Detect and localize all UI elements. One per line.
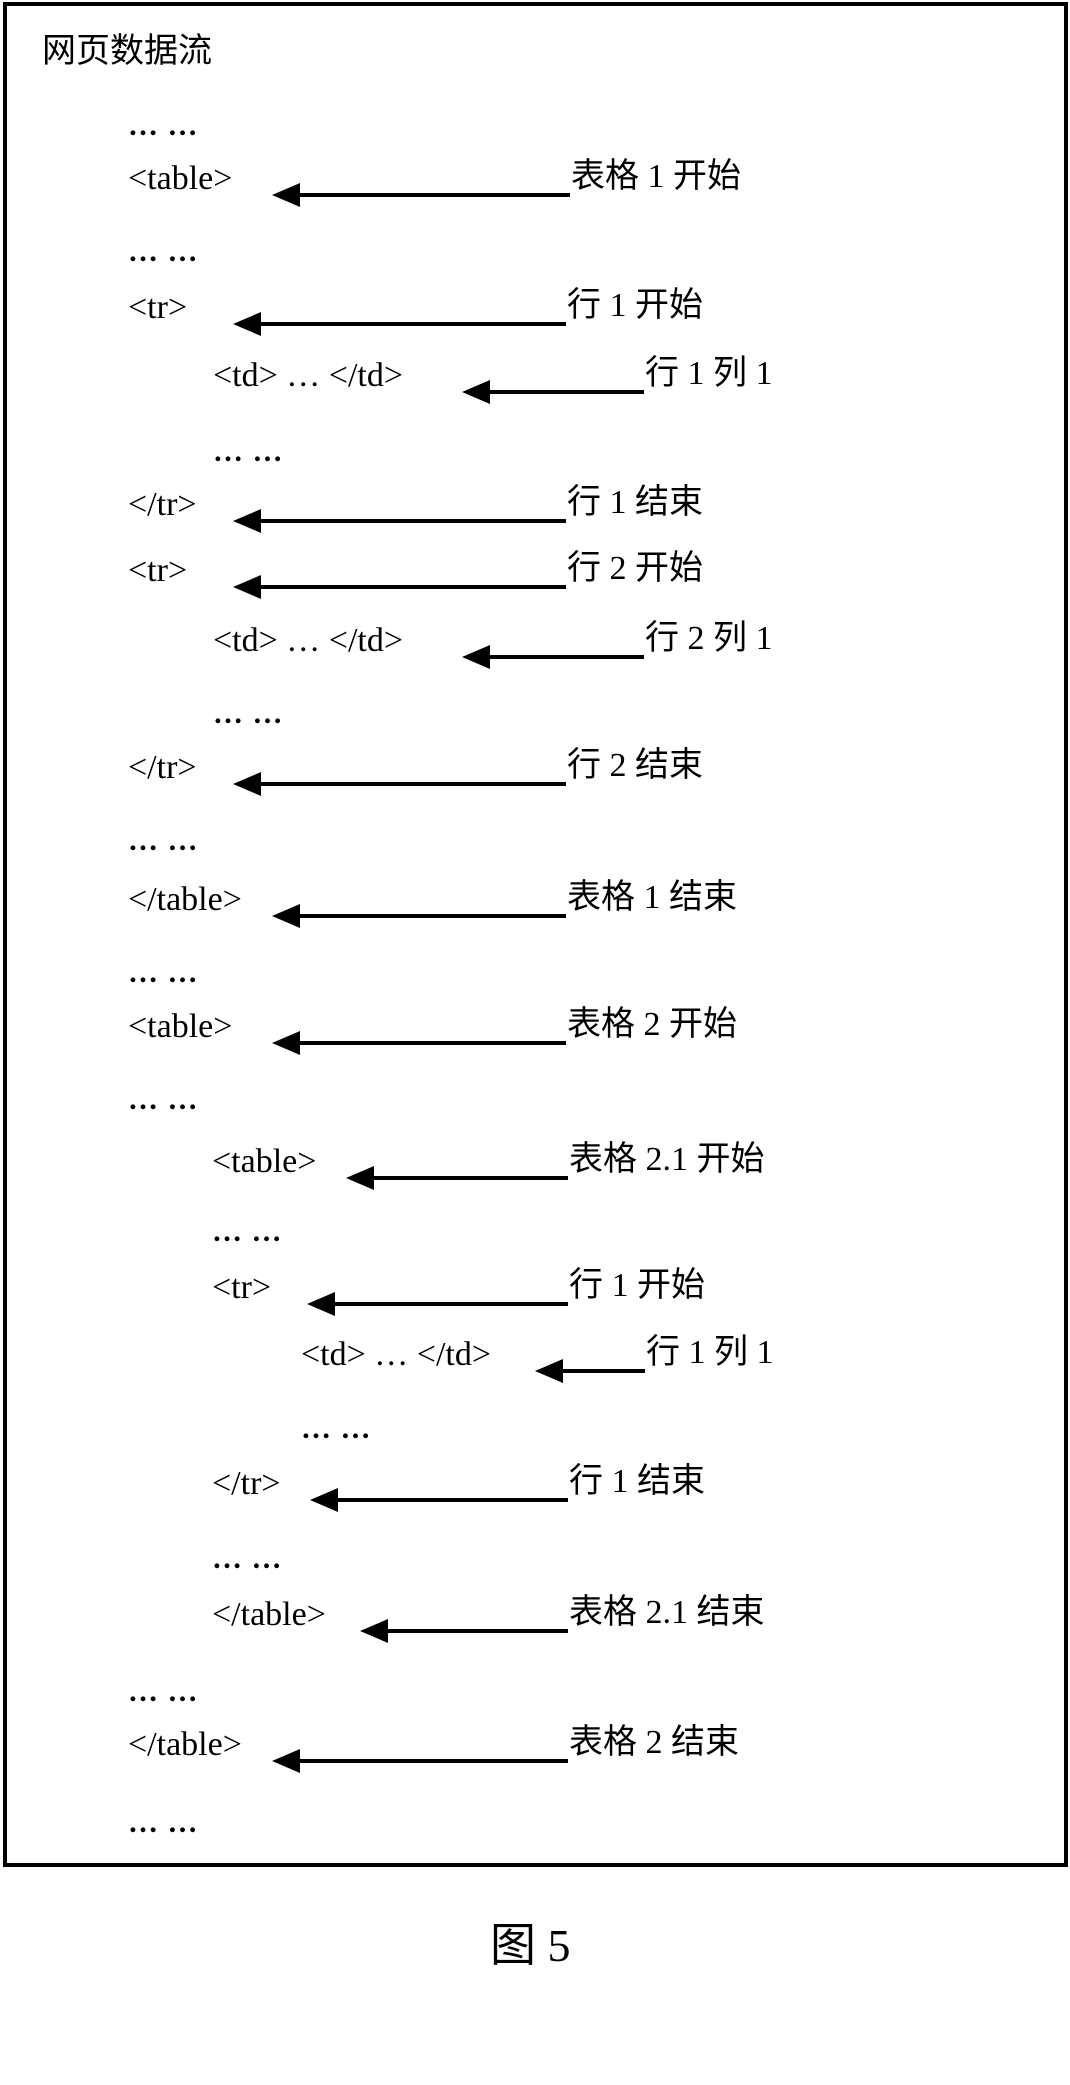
ellipsis-line: … … [128,235,199,268]
arrow-shaft [327,1302,568,1306]
annotation-label: 行 1 结束 [569,1463,705,1500]
left-arrow-icon [462,380,644,404]
left-arrow-icon [310,1488,568,1512]
html-tag: </tr> [128,749,197,786]
annotation-label: 行 1 结束 [567,484,703,521]
arrow-shaft [292,1759,568,1763]
left-arrow-icon [346,1166,568,1190]
html-tag: <tr> [212,1269,272,1306]
data-stream-frame [3,2,1068,1867]
annotation-label: 行 2 开始 [567,550,703,587]
arrow-shaft [292,193,570,197]
left-arrow-icon [272,904,566,928]
ellipsis-line: … … [213,697,284,730]
ellipsis-line: … … [128,1675,199,1708]
annotation-label: 表格 1 开始 [571,158,741,195]
arrow-shaft [292,1041,566,1045]
annotation-label: 表格 2.1 结束 [569,1594,765,1631]
left-arrow-icon [233,575,566,599]
left-arrow-icon [360,1619,568,1643]
left-arrow-icon [272,183,570,207]
left-arrow-icon [307,1292,568,1316]
ellipsis-line: … … [213,435,284,468]
html-tag: </tr> [212,1465,281,1502]
html-tag: </table> [128,881,242,918]
annotation-label: 行 1 列 1 [646,1334,774,1371]
annotation-label: 行 2 列 1 [645,620,773,657]
ellipsis-line: … … [128,824,199,857]
figure-title: 网页数据流 [42,33,212,70]
html-tag: <table> [212,1143,317,1180]
arrow-shaft [330,1498,568,1502]
html-tag: </table> [128,1726,242,1763]
arrow-shaft [380,1629,568,1633]
html-tag: </tr> [128,486,197,523]
html-tag: </table> [212,1596,326,1633]
annotation-label: 表格 2.1 开始 [569,1141,765,1178]
left-arrow-icon [535,1359,645,1383]
left-arrow-icon [272,1749,568,1773]
html-tag: <table> [128,1008,233,1045]
left-arrow-icon [233,772,566,796]
ellipsis-line: … … [212,1215,283,1248]
ellipsis-line: … … [301,1412,372,1445]
ellipsis-line: … … [128,109,199,142]
annotation-label: 行 2 结束 [567,747,703,784]
arrow-shaft [253,782,566,786]
ellipsis-line: … … [128,956,199,989]
arrow-shaft [253,585,566,589]
figure-caption: 图 5 [490,1920,571,1971]
annotation-label: 行 1 开始 [567,287,703,324]
left-arrow-icon [233,509,566,533]
annotation-label: 行 1 开始 [569,1267,705,1304]
arrow-shaft [482,390,644,394]
arrow-shaft [253,322,566,326]
ellipsis-line: … … [128,1806,199,1839]
annotation-label: 表格 2 结束 [569,1724,739,1761]
left-arrow-icon [272,1031,566,1055]
arrow-shaft [292,914,566,918]
left-arrow-icon [233,312,566,336]
annotation-label: 行 1 列 1 [645,355,773,392]
left-arrow-icon [462,645,644,669]
arrow-shaft [366,1176,568,1180]
arrow-shaft [482,655,644,659]
ellipsis-line: … … [212,1542,283,1575]
annotation-label: 表格 2 开始 [567,1006,737,1043]
html-tag: <td> … </td> [301,1336,492,1373]
html-tag: <table> [128,160,233,197]
annotation-label: 表格 1 结束 [567,879,737,916]
arrow-shaft [555,1369,645,1373]
html-tag: <td> … </td> [213,622,404,659]
ellipsis-line: … … [128,1083,199,1116]
html-tag: <tr> [128,552,188,589]
arrow-shaft [253,519,566,523]
html-tag: <td> … </td> [213,357,404,394]
html-tag: <tr> [128,289,188,326]
